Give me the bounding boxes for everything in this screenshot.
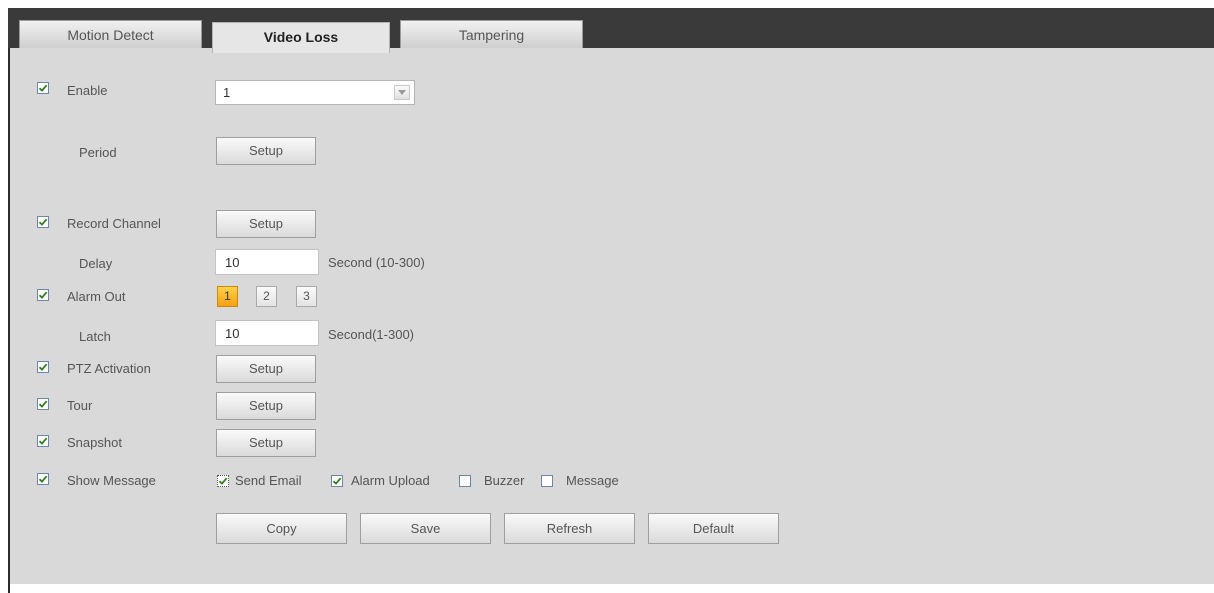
panel-left-border	[8, 8, 10, 593]
message-label: Message	[566, 473, 619, 488]
check-icon	[38, 291, 48, 299]
latch-label: Latch	[79, 329, 111, 344]
check-icon	[38, 475, 48, 483]
check-icon	[38, 363, 48, 371]
send-email-checkbox[interactable]	[217, 475, 229, 487]
delay-input[interactable]	[215, 249, 319, 275]
tour-checkbox[interactable]	[37, 398, 49, 410]
message-checkbox[interactable]	[541, 475, 553, 487]
channel-select[interactable]: 1	[215, 80, 415, 105]
buzzer-label: Buzzer	[484, 473, 525, 488]
record-channel-checkbox[interactable]	[37, 216, 49, 228]
period-label: Period	[79, 145, 117, 160]
show-message-label: Show Message	[67, 473, 156, 488]
snapshot-setup-button[interactable]: Setup	[216, 429, 316, 457]
tab-motion-detect[interactable]: Motion Detect	[19, 20, 202, 48]
ptz-activation-checkbox[interactable]	[37, 361, 49, 373]
period-setup-button[interactable]: Setup	[216, 137, 316, 165]
alarm-output-3-button[interactable]: 3	[296, 286, 317, 307]
chevron-down-icon	[394, 85, 410, 100]
snapshot-label: Snapshot	[67, 435, 122, 450]
enable-checkbox[interactable]	[37, 82, 49, 94]
tour-label: Tour	[67, 398, 93, 413]
check-icon	[38, 400, 48, 408]
tab-bar: Motion Detect Video Loss Tampering	[8, 8, 1214, 53]
check-icon	[38, 84, 48, 92]
send-email-label: Send Email	[235, 473, 302, 488]
check-icon	[332, 477, 342, 485]
alarm-output-2-button[interactable]: 2	[256, 286, 277, 307]
check-icon	[218, 477, 228, 485]
channel-select-value: 1	[223, 85, 231, 100]
settings-panel	[8, 8, 1214, 584]
tour-setup-button[interactable]: Setup	[216, 392, 316, 420]
check-icon	[38, 218, 48, 226]
delay-label: Delay	[79, 256, 113, 271]
default-button[interactable]: Default	[648, 513, 779, 544]
record-channel-label: Record Channel	[67, 216, 161, 231]
alarm-upload-checkbox[interactable]	[331, 475, 343, 487]
delay-unit: Second (10-300)	[328, 255, 425, 270]
alarm-out-label: Alarm Out	[67, 289, 126, 304]
alarm-output-1-button[interactable]: 1	[217, 286, 238, 307]
latch-input[interactable]	[215, 320, 319, 346]
save-button[interactable]: Save	[360, 513, 491, 544]
check-icon	[38, 437, 48, 445]
enable-label: Enable	[67, 83, 108, 98]
show-message-checkbox[interactable]	[37, 473, 49, 485]
ptz-activation-label: PTZ Activation	[67, 361, 151, 376]
ptz-activation-setup-button[interactable]: Setup	[216, 355, 316, 383]
latch-unit: Second(1-300)	[328, 327, 414, 342]
tab-video-loss[interactable]: Video Loss	[212, 22, 390, 53]
alarm-out-checkbox[interactable]	[37, 289, 49, 301]
snapshot-checkbox[interactable]	[37, 435, 49, 447]
buzzer-checkbox[interactable]	[459, 475, 471, 487]
tab-tampering[interactable]: Tampering	[400, 20, 583, 48]
refresh-button[interactable]: Refresh	[504, 513, 635, 544]
alarm-upload-label: Alarm Upload	[351, 473, 430, 488]
record-channel-setup-button[interactable]: Setup	[216, 210, 316, 238]
copy-button[interactable]: Copy	[216, 513, 347, 544]
